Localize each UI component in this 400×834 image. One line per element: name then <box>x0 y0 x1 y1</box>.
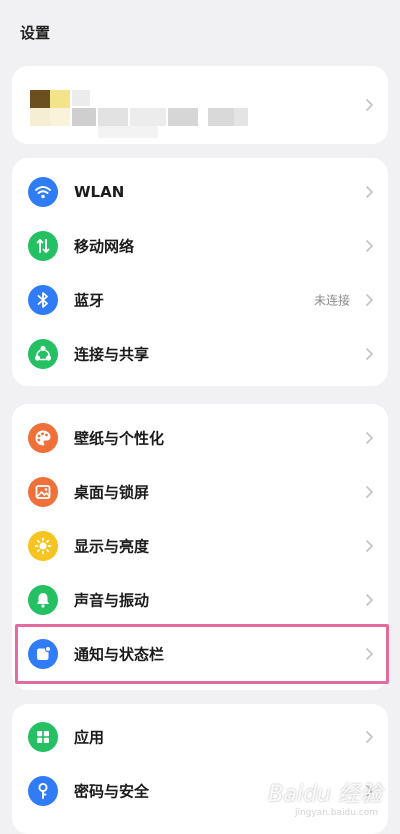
settings-item-label: 蓝牙 <box>74 291 105 310</box>
highlight-box <box>15 624 389 684</box>
bell-icon <box>28 585 58 615</box>
bluetooth-icon <box>28 285 58 315</box>
settings-item-connection-sharing[interactable]: 连接与共享 <box>12 327 388 381</box>
settings-item-desktop-lockscreen[interactable]: 桌面与锁屏 <box>12 465 388 519</box>
settings-item-label: 密码与安全 <box>74 782 150 801</box>
settings-item-bluetooth[interactable]: 蓝牙 未连接 <box>12 273 388 327</box>
settings-item-label: 连接与共享 <box>74 345 150 364</box>
wifi-icon <box>28 177 58 207</box>
settings-item-display-brightness[interactable]: 显示与亮度 <box>12 519 388 573</box>
mobile-data-icon <box>28 231 58 261</box>
chevron-right-icon <box>362 730 376 744</box>
sun-icon <box>28 531 58 561</box>
bluetooth-status: 未连接 <box>313 293 350 308</box>
chevron-right-icon <box>362 98 376 112</box>
image-icon <box>28 477 58 507</box>
network-card: WLAN 移动网络 蓝牙 未连接 连接与共享 <box>12 158 388 386</box>
account-card[interactable] <box>12 66 388 144</box>
settings-item-mobile-network[interactable]: 移动网络 <box>12 219 388 273</box>
chevron-right-icon <box>362 485 376 499</box>
chevron-right-icon <box>362 431 376 445</box>
chevron-right-icon <box>362 239 376 253</box>
palette-icon <box>28 423 58 453</box>
chevron-right-icon <box>362 593 376 607</box>
share-connection-icon <box>28 339 58 369</box>
settings-item-apps[interactable]: 应用 <box>12 710 388 764</box>
settings-item-label: 壁纸与个性化 <box>74 429 165 448</box>
chevron-right-icon <box>362 347 376 361</box>
chevron-right-icon <box>362 293 376 307</box>
page-title: 设置 <box>20 24 51 42</box>
apps-grid-icon <box>28 722 58 752</box>
settings-item-label: 移动网络 <box>74 237 135 256</box>
settings-item-label: WLAN <box>74 183 125 201</box>
settings-item-wallpaper[interactable]: 壁纸与个性化 <box>12 411 388 465</box>
settings-item-label: 声音与振动 <box>74 591 150 610</box>
settings-item-label: 应用 <box>74 728 105 747</box>
settings-item-label: 桌面与锁屏 <box>74 483 150 502</box>
settings-item-sound-vibration[interactable]: 声音与振动 <box>12 573 388 627</box>
chevron-right-icon <box>362 539 376 553</box>
watermark-logo: Baidu 经验 <box>268 782 382 807</box>
settings-item-label: 显示与亮度 <box>74 537 150 556</box>
watermark-url: jingyan.baidu.com <box>294 808 378 818</box>
chevron-right-icon <box>362 185 376 199</box>
key-icon <box>28 776 58 806</box>
settings-item-wlan[interactable]: WLAN <box>12 165 388 219</box>
